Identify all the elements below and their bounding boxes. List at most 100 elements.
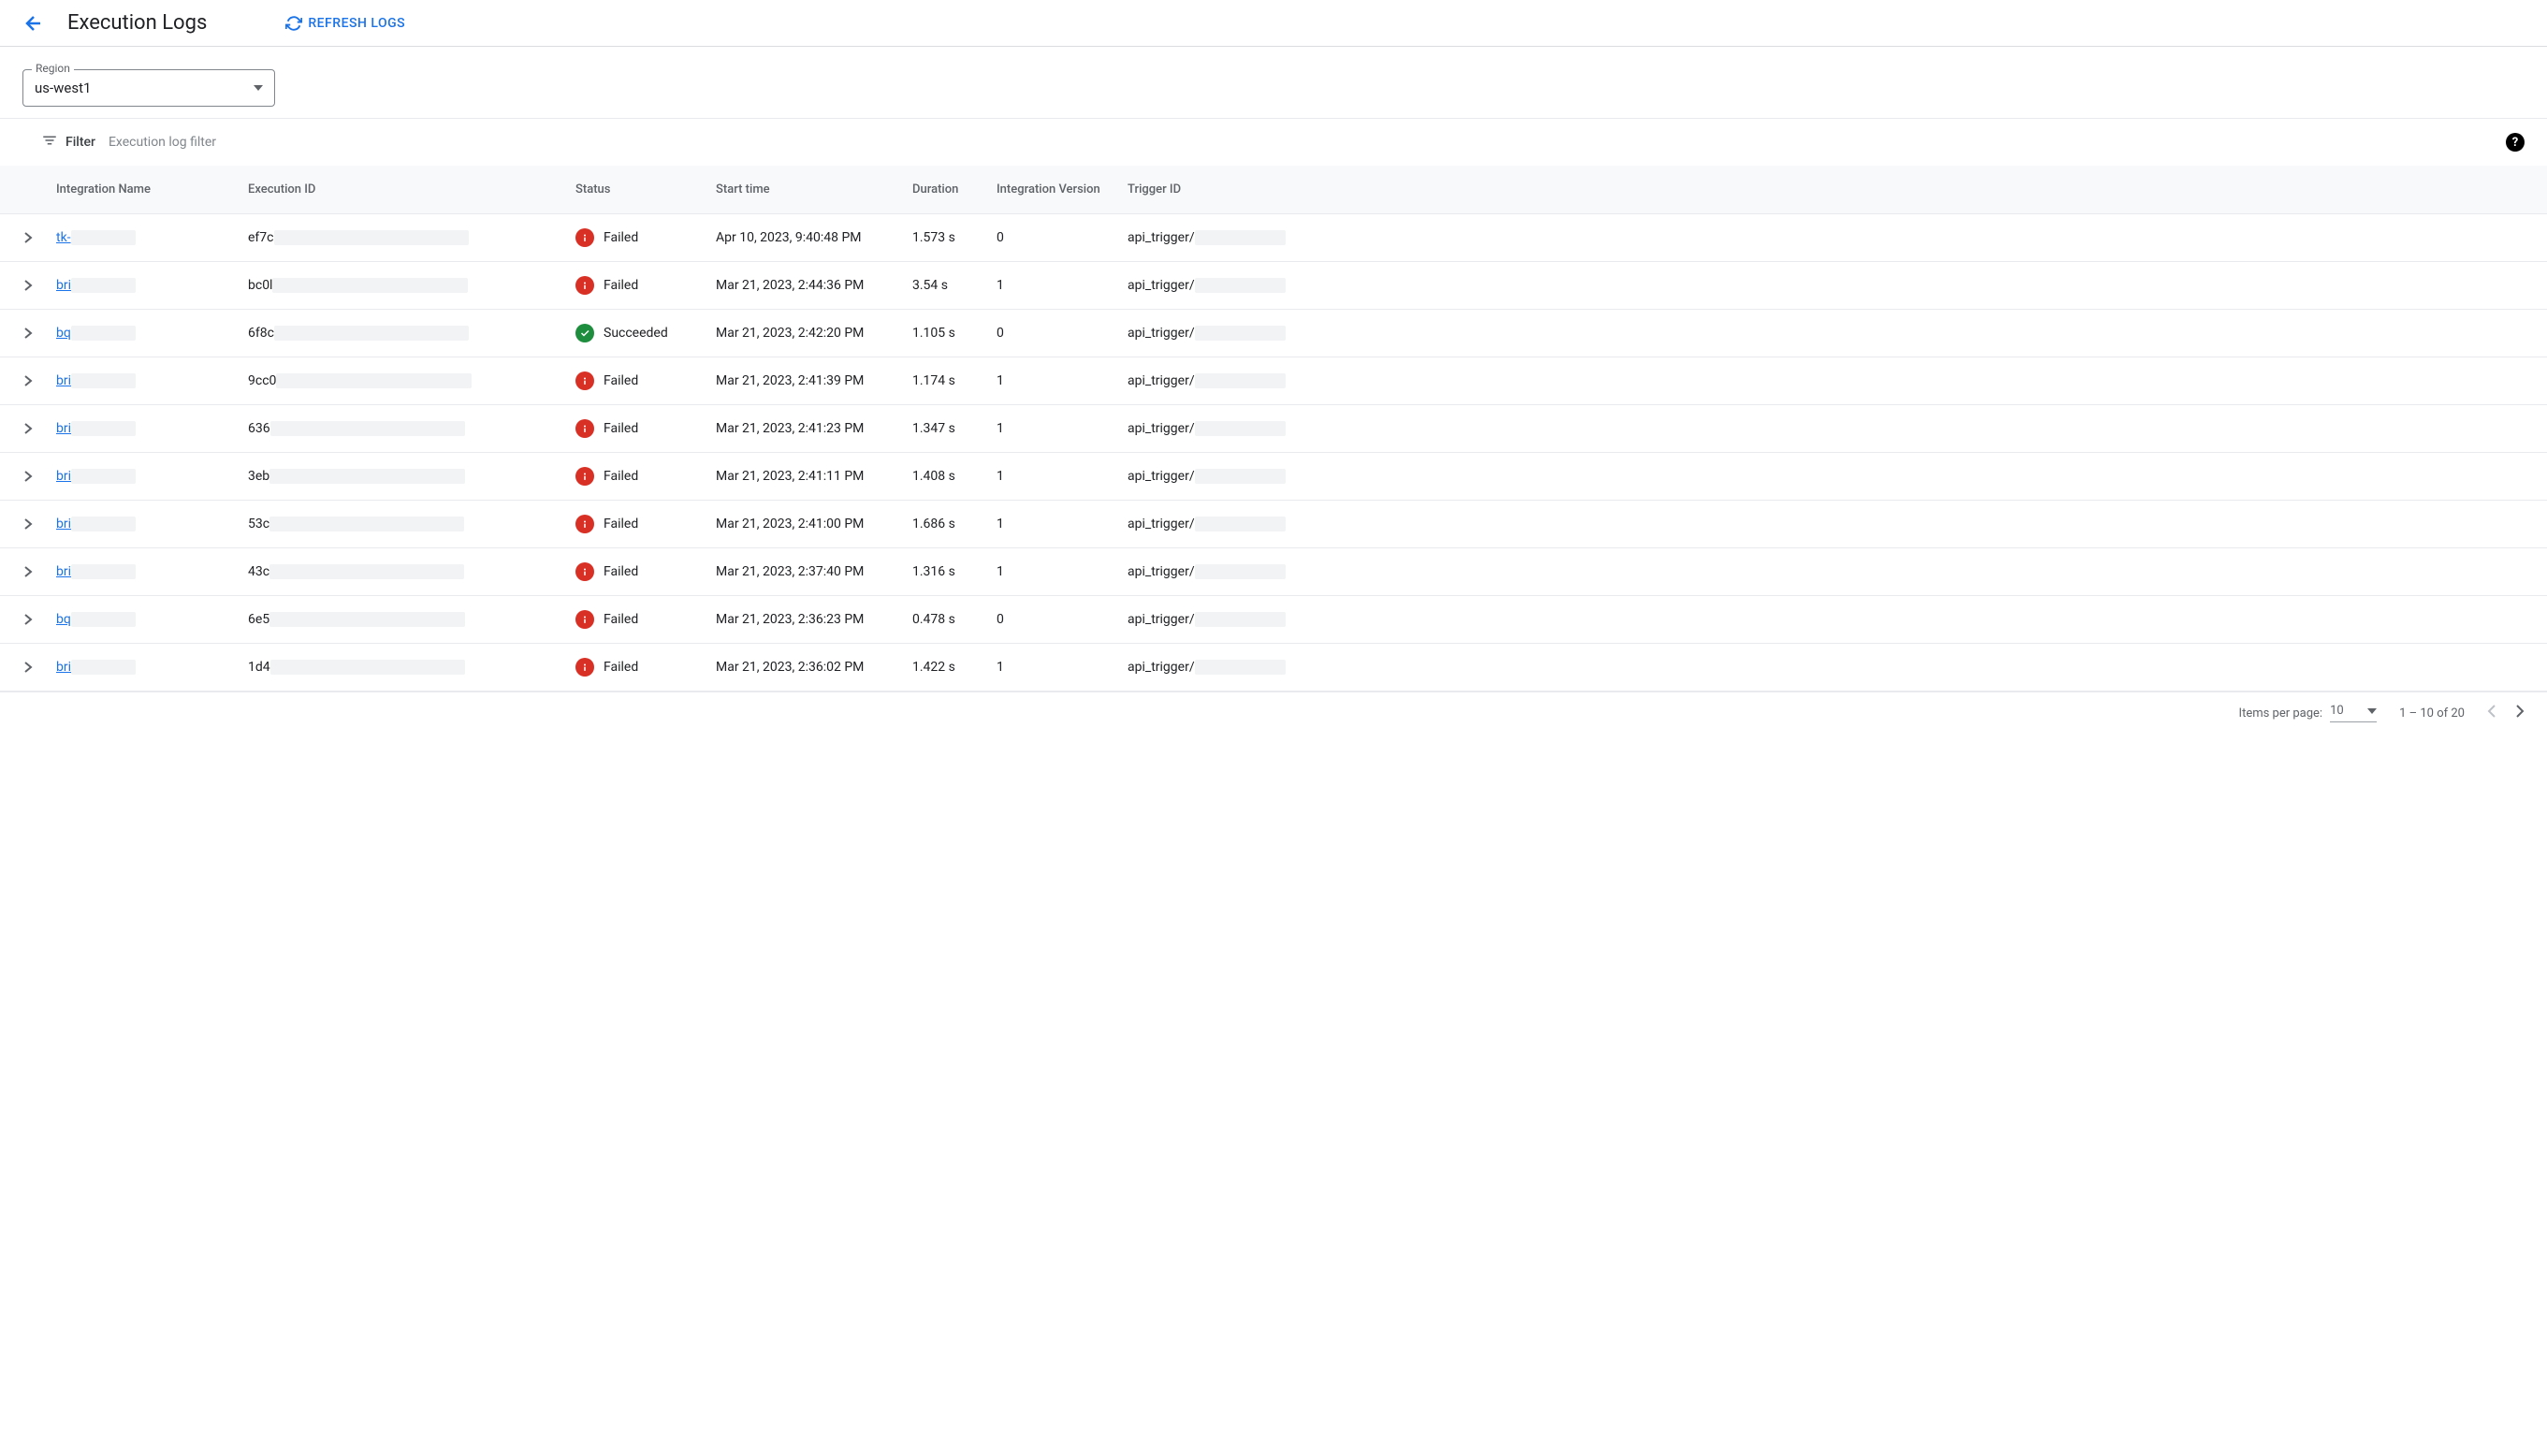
next-page-button[interactable] bbox=[2515, 704, 2525, 722]
chevron-right-icon bbox=[23, 231, 33, 244]
items-per-page-select[interactable]: 10 bbox=[2330, 704, 2377, 722]
table-row: brixxxxxxxxxx bc0lxxxxxxxxxxxxxxxxxxxxxx… bbox=[0, 262, 2547, 310]
chevron-left-icon bbox=[2487, 704, 2496, 719]
expand-row-button[interactable] bbox=[0, 613, 56, 626]
expand-row-button[interactable] bbox=[0, 661, 56, 674]
error-icon bbox=[575, 467, 594, 486]
expand-row-button[interactable] bbox=[0, 327, 56, 340]
start-time: Mar 21, 2023, 2:41:23 PM bbox=[716, 421, 912, 436]
duration: 1.573 s bbox=[912, 230, 997, 245]
filter-bar: Filter Execution log filter ? bbox=[0, 118, 2547, 166]
error-icon bbox=[575, 276, 594, 295]
chevron-right-icon bbox=[23, 422, 33, 435]
filter-input[interactable]: Execution log filter bbox=[109, 135, 2506, 150]
col-header-trigger[interactable]: Trigger ID bbox=[1128, 182, 2547, 197]
integration-name-link[interactable]: tk- bbox=[56, 230, 71, 245]
start-time: Mar 21, 2023, 2:36:02 PM bbox=[716, 660, 912, 675]
duration: 3.54 s bbox=[912, 278, 997, 293]
trigger-id: api_trigger/ bbox=[1128, 660, 1195, 675]
help-icon[interactable]: ? bbox=[2506, 133, 2525, 152]
trigger-id: api_trigger/ bbox=[1128, 278, 1195, 293]
table-row: brixxxxxxxxxx 636xxxxxxxxxxxxxxxxxxxxxxx… bbox=[0, 405, 2547, 453]
col-header-version[interactable]: Integration Version bbox=[997, 182, 1128, 197]
duration: 1.422 s bbox=[912, 660, 997, 675]
col-header-name[interactable]: Integration Name bbox=[56, 182, 248, 197]
execution-id: 53c bbox=[248, 517, 269, 531]
integration-name-link[interactable]: bri bbox=[56, 517, 71, 531]
status-text: Succeeded bbox=[604, 326, 668, 341]
duration: 1.408 s bbox=[912, 469, 997, 484]
status-text: Failed bbox=[604, 517, 638, 531]
chevron-right-icon bbox=[23, 517, 33, 531]
col-header-execid[interactable]: Execution ID bbox=[248, 182, 575, 197]
refresh-icon bbox=[285, 15, 302, 32]
expand-row-button[interactable] bbox=[0, 565, 56, 578]
integration-name-link[interactable]: bri bbox=[56, 564, 71, 579]
error-icon bbox=[575, 371, 594, 390]
table-row: brixxxxxxxxxx 43cxxxxxxxxxxxxxxxxxxxxxxx… bbox=[0, 548, 2547, 596]
start-time: Mar 21, 2023, 2:44:36 PM bbox=[716, 278, 912, 293]
integration-name-link[interactable]: bri bbox=[56, 278, 71, 293]
expand-row-button[interactable] bbox=[0, 231, 56, 244]
version: 1 bbox=[997, 564, 1128, 579]
expand-row-button[interactable] bbox=[0, 422, 56, 435]
version: 0 bbox=[997, 612, 1128, 627]
status-text: Failed bbox=[604, 421, 638, 436]
integration-name-link[interactable]: bq bbox=[56, 612, 71, 627]
trigger-id: api_trigger/ bbox=[1128, 612, 1195, 627]
chevron-right-icon bbox=[23, 470, 33, 483]
start-time: Mar 21, 2023, 2:42:20 PM bbox=[716, 326, 912, 341]
col-header-status[interactable]: Status bbox=[575, 182, 716, 197]
trigger-id: api_trigger/ bbox=[1128, 564, 1195, 579]
version: 1 bbox=[997, 517, 1128, 531]
items-per-page: Items per page: 10 bbox=[2239, 704, 2378, 722]
integration-name-link[interactable]: bri bbox=[56, 421, 71, 436]
status-text: Failed bbox=[604, 230, 638, 245]
expand-row-button[interactable] bbox=[0, 374, 56, 387]
chevron-right-icon bbox=[23, 613, 33, 626]
integration-name-link[interactable]: bri bbox=[56, 660, 71, 675]
refresh-label: REFRESH LOGS bbox=[308, 16, 405, 31]
error-icon bbox=[575, 228, 594, 247]
expand-row-button[interactable] bbox=[0, 517, 56, 531]
expand-row-button[interactable] bbox=[0, 279, 56, 292]
back-button[interactable] bbox=[22, 12, 45, 35]
error-icon bbox=[575, 515, 594, 533]
table-row: brixxxxxxxxxx 3ebxxxxxxxxxxxxxxxxxxxxxxx… bbox=[0, 453, 2547, 501]
integration-name-link[interactable]: bq bbox=[56, 326, 71, 341]
error-icon bbox=[575, 419, 594, 438]
version: 1 bbox=[997, 373, 1128, 388]
region-select[interactable]: Region us-west1 bbox=[22, 69, 275, 107]
status-text: Failed bbox=[604, 660, 638, 675]
page-header: Execution Logs REFRESH LOGS bbox=[0, 0, 2547, 47]
region-container: Region us-west1 bbox=[0, 47, 2547, 118]
execution-id: ef7c bbox=[248, 230, 274, 245]
prev-page-button[interactable] bbox=[2487, 704, 2496, 722]
pagination-range: 1 – 10 of 20 bbox=[2399, 706, 2465, 721]
start-time: Mar 21, 2023, 2:36:23 PM bbox=[716, 612, 912, 627]
status-text: Failed bbox=[604, 612, 638, 627]
table-row: bqxxxxxxxxxx 6f8cxxxxxxxxxxxxxxxxxxxxxxx… bbox=[0, 310, 2547, 357]
items-per-page-value: 10 bbox=[2330, 704, 2344, 718]
trigger-id: api_trigger/ bbox=[1128, 326, 1195, 341]
version: 1 bbox=[997, 421, 1128, 436]
execution-id: 636 bbox=[248, 421, 270, 436]
execution-id: 43c bbox=[248, 564, 269, 579]
integration-name-link[interactable]: bri bbox=[56, 469, 71, 484]
logs-table: Integration Name Execution ID Status Sta… bbox=[0, 166, 2547, 692]
expand-row-button[interactable] bbox=[0, 470, 56, 483]
region-value: us-west1 bbox=[35, 80, 91, 96]
version: 1 bbox=[997, 469, 1128, 484]
duration: 0.478 s bbox=[912, 612, 997, 627]
integration-name-link[interactable]: bri bbox=[56, 373, 71, 388]
pagination: Items per page: 10 1 – 10 of 20 bbox=[0, 692, 2547, 734]
start-time: Mar 21, 2023, 2:41:00 PM bbox=[716, 517, 912, 531]
refresh-logs-button[interactable]: REFRESH LOGS bbox=[285, 15, 405, 32]
trigger-id: api_trigger/ bbox=[1128, 230, 1195, 245]
status-text: Failed bbox=[604, 469, 638, 484]
start-time: Mar 21, 2023, 2:41:39 PM bbox=[716, 373, 912, 388]
col-header-duration[interactable]: Duration bbox=[912, 182, 997, 197]
filter-icon bbox=[41, 132, 58, 153]
duration: 1.105 s bbox=[912, 326, 997, 341]
col-header-start[interactable]: Start time bbox=[716, 182, 912, 197]
